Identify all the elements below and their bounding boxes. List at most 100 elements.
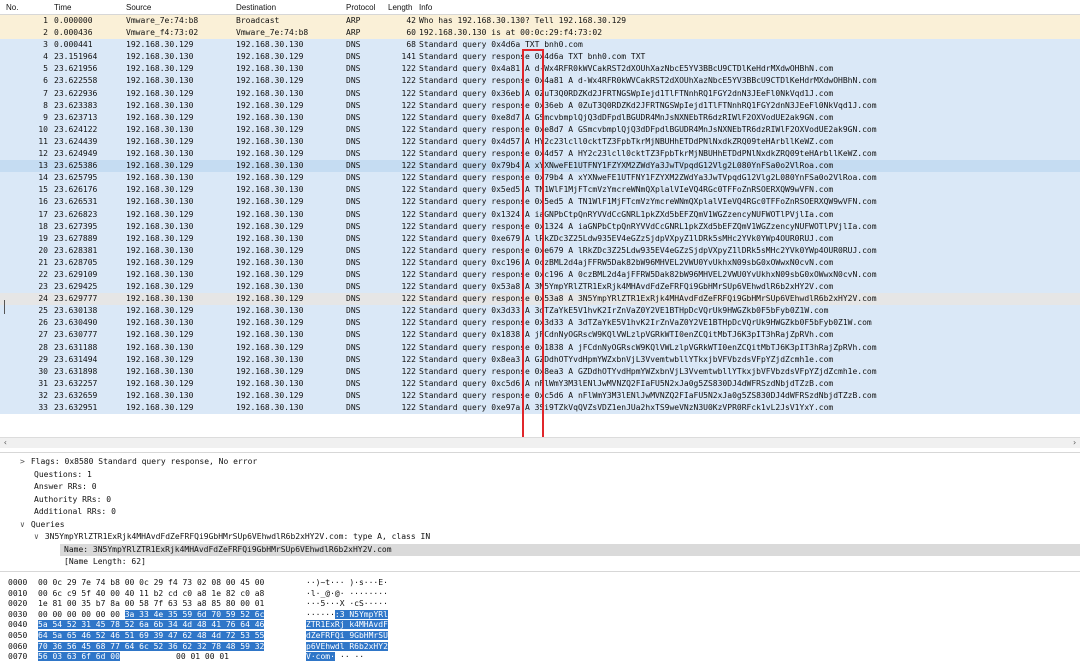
packet-row[interactable]: 11 23.624439 192.168.30.129 192.168.30.130 D… <box>0 135 1080 149</box>
detail-queries[interactable]: ∨ Queries <box>20 519 65 531</box>
packet-row[interactable]: 33 23.632951 192.168.30.129 192.168.30.130 D… <box>0 402 1080 415</box>
packet-row[interactable]: 2 0.000436 Vmware_f4:73:02 Vmware_7e:74:b8 A… <box>0 27 1080 40</box>
packet-time: 0.000000 <box>54 16 93 25</box>
packet-row[interactable]: 6 23.622558 192.168.30.130 192.168.30.129 DN… <box>0 75 1080 88</box>
packet-row[interactable]: 14 23.625795 192.168.30.130 192.168.30.129 D… <box>0 172 1080 185</box>
packet-number: 25 <box>38 306 48 316</box>
expand-arrow-icon[interactable]: > <box>20 457 25 466</box>
packet-row[interactable]: 16 23.626531 192.168.30.130 192.168.30.129 D… <box>0 196 1080 209</box>
packet-row[interactable]: 28 23.631188 192.168.30.130 192.168.30.129 D… <box>0 341 1080 354</box>
column-source[interactable]: Source <box>126 3 151 12</box>
packet-row[interactable]: 22 23.629109 192.168.30.130 192.168.30.129 D… <box>0 268 1080 282</box>
packet-list-header: No. Time Source Destination Protocol Len… <box>0 0 1080 15</box>
packet-protocol: DNS <box>346 136 361 146</box>
detail-name-length[interactable]: [Name Length: 62] <box>64 556 146 568</box>
packet-length: 122 <box>401 161 416 171</box>
column-length[interactable]: Length <box>388 3 412 12</box>
packet-destination: Broadcast <box>236 16 280 25</box>
packet-row[interactable]: 21 23.628705 192.168.30.129 192.168.30.130 D… <box>0 256 1080 269</box>
packet-time: 23.629777 <box>54 294 98 304</box>
packet-number: 14 <box>38 173 48 183</box>
packet-source: 192.168.30.129 <box>126 64 194 74</box>
packet-rows: 1 0.000000 Vmware_7e:74:b8 Broadcast ARP 42 Wh… <box>0 15 1080 415</box>
hex-offset: 0070 <box>8 652 28 662</box>
packet-bytes-pane[interactable]: 0000 00 0c 29 7e 74 b8 00 0c 29 f4 73 02 … <box>0 574 1080 672</box>
packet-destination: 192.168.30.130 <box>236 88 304 98</box>
packet-row[interactable]: 24 23.629777 192.168.30.130 192.168.30.129 D… <box>0 293 1080 306</box>
packet-protocol: DNS <box>346 88 361 98</box>
hex-bytes-plain: 1e 81 00 35 b7 8a 00 58 7f 63 53 a8 85 8… <box>38 599 265 609</box>
packet-info: Standard query 0x79b4 A xYXNweFE1UTFNY1F… <box>419 161 834 171</box>
packet-info: Standard query response 0xc5d6 A nFlWmY3… <box>419 390 877 400</box>
hex-ascii-plain: ·· ·· <box>340 652 365 662</box>
hex-ascii: V·com· <box>306 651 335 663</box>
detail-query-entry[interactable]: ∨ 3N5YmpYRlZTR1ExRjk4MHAvdFdZeFRFQi9GbHMr… <box>34 531 430 543</box>
packet-row[interactable]: 19 23.627889 192.168.30.129 192.168.30.130 D… <box>0 232 1080 245</box>
packet-info: Standard query 0xe8d7 A GSmcvbmplQjQ3dDF… <box>419 112 834 122</box>
packet-source: 192.168.30.129 <box>126 161 194 171</box>
packet-length: 122 <box>401 318 416 328</box>
packet-row[interactable]: 30 23.631898 192.168.30.130 192.168.30.129 D… <box>0 365 1080 378</box>
packet-info: Standard query response 0x79b4 A xYXNweF… <box>419 173 877 183</box>
packet-details-pane[interactable]: > Flags: 0x8580 Standard query response, … <box>0 452 1080 572</box>
packet-time: 23.626531 <box>54 197 98 207</box>
packet-row[interactable]: 23 23.629425 192.168.30.129 192.168.30.130 D… <box>0 281 1080 294</box>
packet-row[interactable]: 27 23.630777 192.168.30.129 192.168.30.130 D… <box>0 329 1080 342</box>
packet-row[interactable]: 4 23.151964 192.168.30.130 192.168.30.129 DN… <box>0 51 1080 64</box>
packet-protocol: DNS <box>346 100 361 110</box>
packet-row[interactable]: 13 23.625386 192.168.30.129 192.168.30.130 D… <box>0 160 1080 173</box>
packet-row[interactable]: 25 23.630138 192.168.30.129 192.168.30.130 D… <box>0 305 1080 318</box>
scroll-right-icon[interactable]: › <box>1072 438 1077 447</box>
packet-length: 122 <box>401 136 416 146</box>
packet-number: 33 <box>38 403 48 412</box>
packet-protocol: DNS <box>346 112 361 122</box>
packet-row[interactable]: 26 23.630490 192.168.30.130 192.168.30.129 D… <box>0 317 1080 330</box>
packet-row[interactable]: 12 23.624949 192.168.30.130 192.168.30.129 D… <box>0 148 1080 161</box>
detail-authority-rrs[interactable]: Authority RRs: 0 <box>34 494 111 506</box>
packet-info: 192.168.30.130 is at 00:0c:29:f4:73:02 <box>419 28 603 38</box>
packet-length: 60 <box>406 28 416 38</box>
packet-row[interactable]: 17 23.626823 192.168.30.129 192.168.30.130 D… <box>0 208 1080 221</box>
collapse-arrow-icon[interactable]: ∨ <box>20 520 25 529</box>
scroll-left-icon[interactable]: ‹ <box>3 438 8 447</box>
packet-length: 122 <box>401 366 416 376</box>
column-no[interactable]: No. <box>6 3 18 12</box>
detail-query-name[interactable]: Name: 3N5YmpYRlZTR1ExRjk4MHAvdFdZeFRFQi9… <box>60 543 1080 556</box>
column-time[interactable]: Time <box>54 3 71 12</box>
packet-source: 192.168.30.129 <box>126 306 194 316</box>
packet-row[interactable]: 3 0.000441 192.168.30.129 192.168.30.130 DNS… <box>0 39 1080 52</box>
packet-info: Standard query 0x53a8 A 3N5YmpYRlZTR1ExR… <box>419 282 834 292</box>
detail-answer-rrs[interactable]: Answer RRs: 0 <box>34 481 97 493</box>
packet-list-pane[interactable]: No. Time Source Destination Protocol Len… <box>0 0 1080 448</box>
packet-row[interactable]: 29 23.631494 192.168.30.129 192.168.30.130 D… <box>0 353 1080 366</box>
packet-row[interactable]: 15 23.626176 192.168.30.129 192.168.30.130 D… <box>0 184 1080 197</box>
packet-row[interactable]: 31 23.632257 192.168.30.129 192.168.30.130 D… <box>0 377 1080 390</box>
column-protocol[interactable]: Protocol <box>346 3 375 12</box>
column-destination[interactable]: Destination <box>236 3 276 12</box>
packet-row[interactable]: 1 0.000000 Vmware_7e:74:b8 Broadcast ARP 42 Wh… <box>0 15 1080 28</box>
packet-source: 192.168.30.130 <box>126 245 194 255</box>
packet-row[interactable]: 5 23.621956 192.168.30.129 192.168.30.130 DN… <box>0 63 1080 76</box>
detail-additional-rrs[interactable]: Additional RRs: 0 <box>34 506 116 518</box>
packet-row[interactable]: 8 23.623383 192.168.30.130 192.168.30.129 DN… <box>0 99 1080 112</box>
packet-row[interactable]: 32 23.632659 192.168.30.130 192.168.30.129 D… <box>0 389 1080 402</box>
packet-row[interactable]: 9 23.623713 192.168.30.129 192.168.30.130 DN… <box>0 111 1080 124</box>
packet-destination: 192.168.30.129 <box>236 197 304 207</box>
packet-row[interactable]: 20 23.628381 192.168.30.130 192.168.30.129 D… <box>0 244 1080 257</box>
column-info[interactable]: Info <box>419 3 432 12</box>
detail-questions[interactable]: Questions: 1 <box>34 469 92 481</box>
collapse-arrow-icon[interactable]: ∨ <box>34 532 39 541</box>
packet-destination: 192.168.30.130 <box>236 257 304 267</box>
horizontal-scrollbar[interactable]: ‹ › <box>0 437 1080 448</box>
packet-length: 42 <box>406 16 416 25</box>
packet-time: 23.151964 <box>54 52 98 62</box>
packet-protocol: DNS <box>346 403 361 412</box>
detail-flags[interactable]: > Flags: 0x8580 Standard query response, … <box>20 456 257 468</box>
packet-row[interactable]: 18 23.627395 192.168.30.130 192.168.30.129 D… <box>0 220 1080 233</box>
packet-protocol: DNS <box>346 282 361 292</box>
packet-row[interactable]: 10 23.624122 192.168.30.130 192.168.30.129 D… <box>0 123 1080 136</box>
packet-row[interactable]: 7 23.622936 192.168.30.129 192.168.30.130 DN… <box>0 87 1080 100</box>
packet-protocol: DNS <box>346 149 361 159</box>
packet-number: 28 <box>38 342 48 352</box>
packet-info: Standard query response 0x8ea3 A GZDdhOT… <box>419 366 877 376</box>
